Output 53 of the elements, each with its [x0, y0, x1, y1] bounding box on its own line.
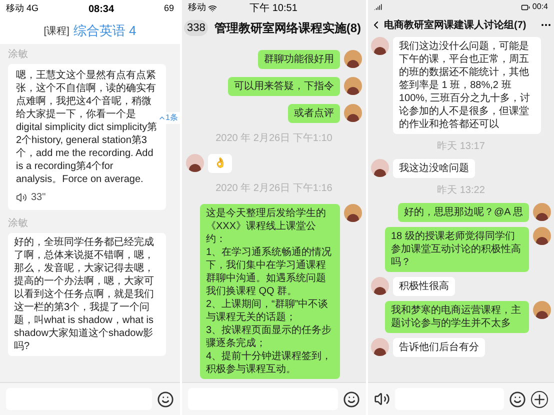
avatar-icon [186, 154, 204, 172]
avatar-icon [533, 203, 551, 221]
back-count-badge[interactable]: 338 [184, 20, 208, 36]
avatar-icon [344, 50, 362, 68]
message-bubble: 我这边没啥问题 [393, 159, 475, 178]
timestamp: 2020 年 2月26日 下午1:16 [216, 182, 332, 196]
message-bubble: 或者点评 [288, 104, 340, 123]
message-bubble: 我们这边没什么问题，可能是下午的课，平台也正常，周五的班的数据还不能统计，其他签到率是 1 班，88%,2 班 100%, 三班百分之九十多，讨论参加的人不是很多，但课堂的作业和抢答都还可以 [393, 37, 541, 134]
course-tag: [课程] [44, 24, 70, 38]
carrier-label: 移动 [188, 1, 206, 14]
sender-name: 涂敏 [8, 217, 29, 231]
emoji-icon[interactable] [509, 390, 526, 408]
avatar-icon [344, 77, 362, 95]
avatar-icon [533, 301, 551, 319]
avatar-icon [371, 338, 389, 356]
message-bubble: 可以用来答疑，下指令 [228, 77, 340, 96]
avatar-icon [371, 159, 389, 177]
message-bubble: 18 级的授课老师觉得同学们参加课堂互动讨论的积极性高吗？ [385, 227, 529, 272]
message-bubble: 群聊功能很好用 [258, 50, 340, 69]
chat-title: 管理教研室网络课程实施(8) [214, 20, 362, 37]
timestamp: 昨天 13:17 [437, 140, 485, 154]
emoji-icon[interactable] [157, 390, 174, 408]
chat-title: 综合英语 4 [73, 22, 136, 40]
sender-name: 涂敏 [8, 48, 29, 62]
message-bubble: 积极性很高 [393, 277, 455, 296]
avatar-icon [344, 104, 362, 122]
voice-icon[interactable] [16, 192, 27, 203]
message-bubble: 👌 [208, 154, 232, 173]
plus-icon[interactable] [531, 390, 548, 408]
message-bubble: 好的，思思那边呢？@A 思 [398, 203, 529, 222]
message-bubble: 告诉他们后台有分 [393, 338, 485, 357]
avatar-icon [371, 37, 389, 55]
chat-title: 电商教研室网课建课人讨论组(7) [384, 18, 528, 32]
timestamp: 昨天 13:22 [437, 184, 485, 198]
avatar-icon [371, 277, 389, 295]
message-bubble: 这是今天整理后发给学生的《XXX》课程线上课堂公约： 1、在学习通系统畅通的情况下，我们集中在学习通课程群聊中沟通。如遇系统问题我们换课程 QQ 群。 2、上课期间，“群聊”中不谈与课程无关的话题； 3、按课程页面显示的任务步骤逐条完成； 4、提前十分钟进课程签到，积极参与课程互动。 [200, 204, 340, 379]
avatar-icon [344, 204, 362, 222]
avatar-icon [533, 227, 551, 245]
message-text: 嗯，王慧文这个显然有点有点紧张，这个不自信啊，读的确实有点难啊，我把这4个音呢，稍微给大家提一下，你看一个是digital simplicity dict simplicity第2个history, general station第3个，add me the recording. Add is a recording第4个for analysis。Force on average. [16, 69, 158, 186]
emoji-icon[interactable] [343, 390, 360, 408]
clock-label: 08:34 [88, 2, 114, 16]
wifi-icon [208, 4, 217, 12]
clock-label: 下午 10:51 [250, 2, 298, 16]
battery-label: 69 [164, 2, 174, 16]
timestamp: 2020 年 2月26日 下午1:10 [216, 132, 332, 146]
message-bubble: 好的，全班同学任务都已经完成了啊，总体来说挺不错啊，嗯，那么，发音呢，大家记得去嗯，提高的一个办法啊，嗯，大家可以看到这个任务点啊，就是我们这一栏的第3个，我提了一个问题，叫what is shadow，what is shadow大家知道这个shadow影吗? [8, 233, 166, 356]
voice-icon[interactable] [374, 391, 390, 407]
signal-icon [374, 3, 382, 11]
voice-duration: 33" [31, 191, 46, 205]
battery-icon [521, 2, 530, 12]
carrier-label: 移动 4G [6, 2, 39, 16]
message-bubble: 我和梦寒的电商运营课程，主题讨论参与的学生并不太多 [385, 301, 529, 333]
clock-label: 00:4 [532, 1, 548, 13]
